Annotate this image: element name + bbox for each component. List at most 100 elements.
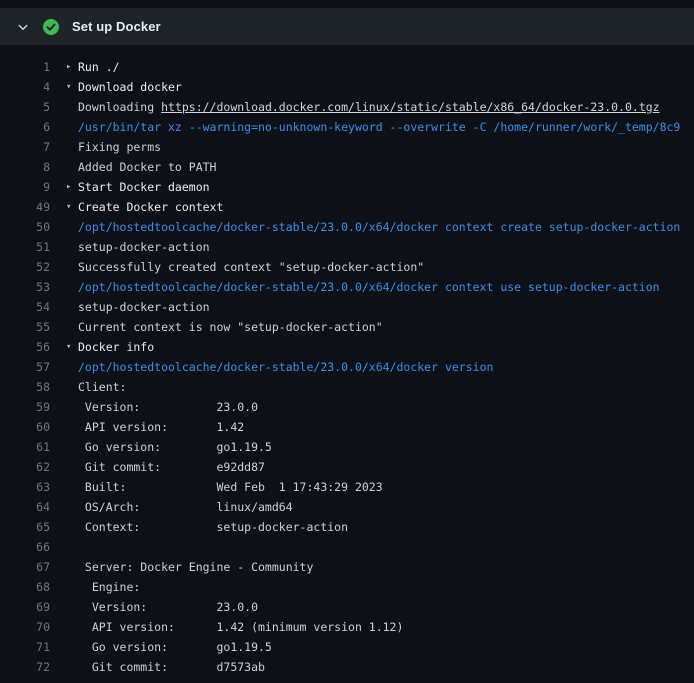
line-number[interactable]: 49 <box>0 197 50 217</box>
log-text: Built: Wed Feb 1 17:43:29 2023 <box>78 477 383 497</box>
log-text: Version: 23.0.0 <box>78 397 258 417</box>
log-link[interactable]: https://download.docker.com/linux/static… <box>161 100 660 114</box>
chevron-down-icon[interactable] <box>16 20 30 34</box>
step-header[interactable]: Set up Docker <box>0 8 694 45</box>
log-text: Git commit: d7573ab <box>78 657 265 677</box>
arrow-spacer <box>66 517 78 537</box>
line-number[interactable]: 7 <box>0 137 50 157</box>
log-line: 8 Added Docker to PATH <box>0 157 694 177</box>
line-number[interactable]: 60 <box>0 417 50 437</box>
log-text: Create Docker context <box>78 197 223 217</box>
arrow-spacer <box>66 617 78 637</box>
arrow-spacer <box>66 457 78 477</box>
chevron-right-icon: ▸ <box>66 57 78 77</box>
line-number[interactable]: 59 <box>0 397 50 417</box>
log-text: Context: setup-docker-action <box>78 517 348 537</box>
line-number[interactable]: 51 <box>0 237 50 257</box>
log-text: Added Docker to PATH <box>78 157 216 177</box>
log-group-header[interactable]: 9▸Start Docker daemon <box>0 177 694 197</box>
line-number[interactable]: 53 <box>0 277 50 297</box>
line-number[interactable]: 1 <box>0 57 50 77</box>
arrow-spacer <box>66 217 78 237</box>
log-line: 5 Downloading https://download.docker.com… <box>0 97 694 117</box>
line-number[interactable]: 72 <box>0 657 50 677</box>
log-group-header[interactable]: 1▸Run ./ <box>0 57 694 77</box>
log-text: Downloading https://download.docker.com/… <box>78 97 660 117</box>
line-number[interactable]: 68 <box>0 577 50 597</box>
log-text: Current context is now "setup-docker-act… <box>78 317 383 337</box>
log-line: 52 Successfully created context "setup-do… <box>0 257 694 277</box>
arrow-spacer <box>66 417 78 437</box>
log-line: 70 API version: 1.42 (minimum version 1.… <box>0 617 694 637</box>
line-number[interactable]: 56 <box>0 337 50 357</box>
log-line: 71 Go version: go1.19.5 <box>0 637 694 657</box>
arrow-spacer <box>66 277 78 297</box>
log-text: /opt/hostedtoolcache/docker-stable/23.0.… <box>78 277 660 297</box>
line-number[interactable]: 58 <box>0 377 50 397</box>
line-number[interactable]: 4 <box>0 77 50 97</box>
log-line: 61 Go version: go1.19.5 <box>0 437 694 457</box>
log-text: API version: 1.42 <box>78 417 244 437</box>
log-text: Engine: <box>78 577 140 597</box>
line-number[interactable]: 67 <box>0 557 50 577</box>
log-text: Server: Docker Engine - Community <box>78 557 313 577</box>
log-line: 53/opt/hostedtoolcache/docker-stable/23.… <box>0 277 694 297</box>
log-group-header[interactable]: 56▾Docker info <box>0 337 694 357</box>
arrow-spacer <box>66 257 78 277</box>
log-line: 68 Engine: <box>0 577 694 597</box>
chevron-down-icon: ▾ <box>66 197 78 217</box>
log-text: /opt/hostedtoolcache/docker-stable/23.0.… <box>78 217 680 237</box>
step-title: Set up Docker <box>72 19 161 34</box>
arrow-spacer <box>66 577 78 597</box>
log-text: Successfully created context "setup-dock… <box>78 257 424 277</box>
log-line: 69 Version: 23.0.0 <box>0 597 694 617</box>
arrow-spacer <box>66 557 78 577</box>
chevron-down-icon: ▾ <box>66 77 78 97</box>
check-circle-icon <box>43 19 59 35</box>
line-number[interactable]: 8 <box>0 157 50 177</box>
line-number[interactable]: 70 <box>0 617 50 637</box>
line-number[interactable]: 62 <box>0 457 50 477</box>
line-number[interactable]: 5 <box>0 97 50 117</box>
log-line: 64 OS/Arch: linux/amd64 <box>0 497 694 517</box>
arrow-spacer <box>66 117 78 137</box>
line-number[interactable]: 65 <box>0 517 50 537</box>
log-line: 50/opt/hostedtoolcache/docker-stable/23.… <box>0 217 694 237</box>
log-text: setup-docker-action <box>78 237 210 257</box>
log-text: Git commit: e92dd87 <box>78 457 265 477</box>
line-number[interactable]: 57 <box>0 357 50 377</box>
line-number[interactable]: 71 <box>0 637 50 657</box>
arrow-spacer <box>66 537 78 557</box>
line-number[interactable]: 54 <box>0 297 50 317</box>
chevron-down-icon: ▾ <box>66 337 78 357</box>
line-number[interactable]: 63 <box>0 477 50 497</box>
log-text: Download docker <box>78 77 182 97</box>
line-number[interactable]: 64 <box>0 497 50 517</box>
log-panel: 1▸Run ./4▾Download docker5Downloading ht… <box>0 45 694 677</box>
arrow-spacer <box>66 397 78 417</box>
line-number[interactable]: 55 <box>0 317 50 337</box>
arrow-spacer <box>66 637 78 657</box>
log-line: 55 Current context is now "setup-docker-a… <box>0 317 694 337</box>
arrow-spacer <box>66 437 78 457</box>
line-number[interactable]: 66 <box>0 537 50 557</box>
log-line: 63 Built: Wed Feb 1 17:43:29 2023 <box>0 477 694 497</box>
line-number[interactable]: 69 <box>0 597 50 617</box>
log-text: OS/Arch: linux/amd64 <box>78 497 293 517</box>
line-number[interactable]: 50 <box>0 217 50 237</box>
line-number[interactable]: 52 <box>0 257 50 277</box>
log-line: 6/usr/bin/tar xz --warning=no-unknown-ke… <box>0 117 694 137</box>
log-group-header[interactable]: 4 ▾Download docker <box>0 77 694 97</box>
line-number[interactable]: 61 <box>0 437 50 457</box>
log-line: 66 <box>0 537 694 557</box>
log-line: 59 Version: 23.0.0 <box>0 397 694 417</box>
line-number[interactable]: 6 <box>0 117 50 137</box>
log-text: /usr/bin/tar xz --warning=no-unknown-key… <box>78 117 680 137</box>
arrow-spacer <box>66 477 78 497</box>
log-line: 58Client: <box>0 377 694 397</box>
arrow-spacer <box>66 597 78 617</box>
log-group-header[interactable]: 49 ▾Create Docker context <box>0 197 694 217</box>
line-number[interactable]: 9 <box>0 177 50 197</box>
log-text: Go version: go1.19.5 <box>78 637 272 657</box>
arrow-spacer <box>66 237 78 257</box>
